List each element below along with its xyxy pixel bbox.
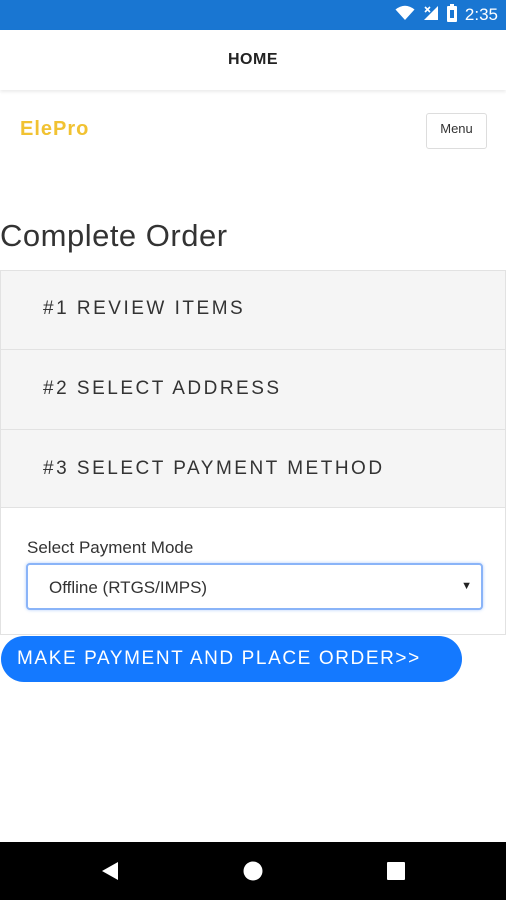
payment-panel: Select Payment Mode Offline (RTGS/IMPS) … (0, 508, 506, 635)
step-select-payment-method[interactable]: #3 SELECT PAYMENT METHOD (0, 430, 506, 508)
recents-icon[interactable] (387, 862, 405, 885)
brand-logo[interactable]: ElePro (20, 118, 89, 141)
status-time: 2:35 (464, 5, 498, 24)
step-label: #2 SELECT ADDRESS (43, 378, 282, 399)
signal-icon (423, 5, 439, 26)
payment-mode-value: Offline (RTGS/IMPS) (49, 578, 208, 597)
payment-mode-select[interactable]: Offline (RTGS/IMPS) ▼ (26, 563, 483, 610)
battery-icon (446, 3, 457, 27)
wifi-icon (395, 5, 415, 26)
step-select-address[interactable]: #2 SELECT ADDRESS (0, 350, 506, 430)
menu-button[interactable]: Menu (426, 113, 487, 149)
payment-mode-label: Select Payment Mode (27, 538, 194, 557)
page-title: Complete Order (0, 218, 228, 253)
app-title: HOME (228, 51, 278, 68)
make-payment-button[interactable]: MAKE PAYMENT AND PLACE ORDER>> (1, 636, 462, 682)
caret-down-icon: ▼ (461, 580, 472, 592)
status-bar: 2:35 (0, 0, 506, 30)
step-label: #3 SELECT PAYMENT METHOD (43, 458, 385, 479)
back-icon[interactable] (100, 861, 120, 886)
step-label: #1 REVIEW ITEMS (43, 298, 246, 319)
step-review-items[interactable]: #1 REVIEW ITEMS (0, 270, 506, 350)
home-icon[interactable] (243, 861, 263, 886)
system-nav-bar (0, 842, 506, 900)
app-bar: HOME (0, 30, 506, 90)
site-header: ElePro Menu (0, 98, 506, 168)
status-icons: 2:35 (395, 3, 498, 27)
